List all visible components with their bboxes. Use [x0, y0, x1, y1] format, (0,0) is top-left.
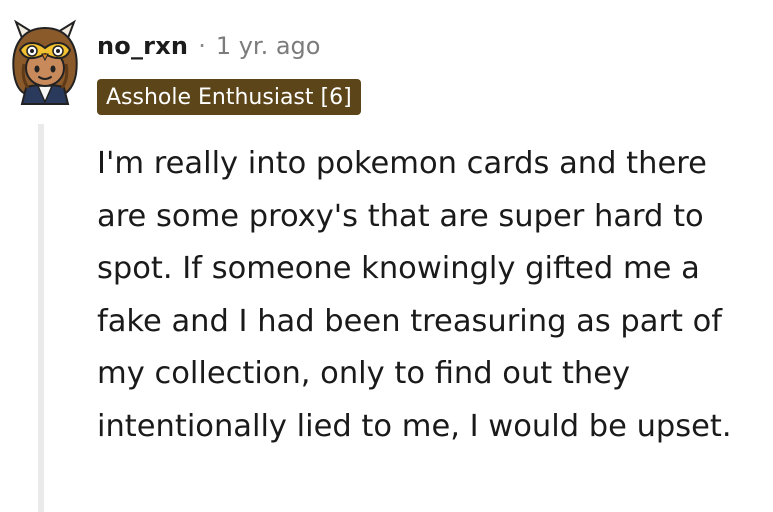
comment: no_rxn · 1 yr. ago Asshole Enthusiast [6… [0, 0, 773, 512]
username-link[interactable]: no_rxn [97, 32, 188, 60]
user-avatar[interactable] [8, 14, 82, 106]
separator-dot: · [198, 32, 206, 60]
user-flair-badge: Asshole Enthusiast [6] [97, 79, 361, 115]
comment-header: no_rxn · 1 yr. ago [97, 26, 320, 66]
user-flair-text: Asshole Enthusiast [6] [106, 84, 352, 110]
comment-body: I'm really into pokemon cards and there … [97, 146, 732, 444]
snoo-owl-avatar-icon [12, 19, 78, 105]
comment-timestamp[interactable]: 1 yr. ago [216, 32, 321, 60]
thread-collapse-line[interactable] [38, 124, 44, 512]
